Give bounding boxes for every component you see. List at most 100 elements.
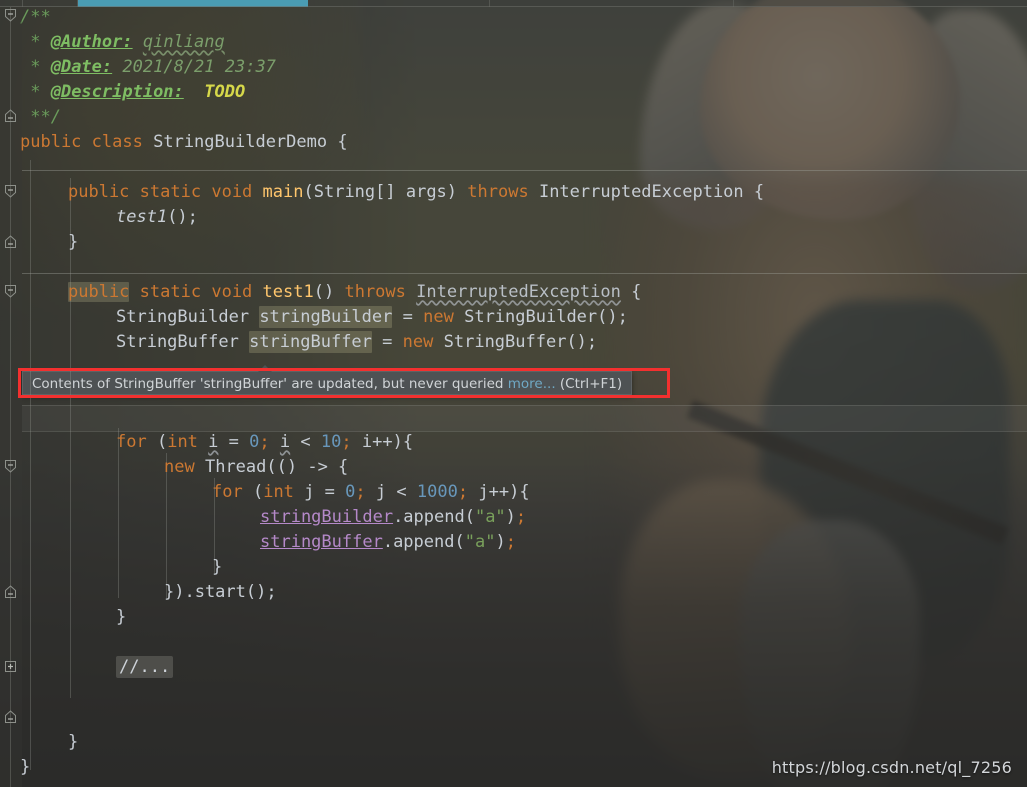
token-keyword-for: for (212, 482, 243, 502)
token-close-paren: ) (505, 507, 516, 527)
code-line-5[interactable]: **/ (20, 105, 61, 130)
token-brace-close: } (116, 607, 127, 627)
token-keyword-throws: throws (344, 282, 406, 302)
token-semicolon: ; (355, 482, 366, 502)
token-space: ( (146, 432, 168, 452)
code-line-21[interactable]: stringBuffer.append("a"); (260, 530, 516, 555)
token-value-date: 2021/8/21 23:37 (122, 57, 276, 77)
token-equals: = (382, 332, 393, 352)
code-line-3[interactable]: * @Date: 2021/8/21 23:37 (20, 55, 276, 80)
code-line-19[interactable]: for (int j = 0; j < 1000; j++){ (212, 480, 530, 505)
token-keyword-int: int (167, 432, 198, 452)
code-line-14[interactable]: StringBuffer stringBuffer = new StringBu… (116, 330, 597, 355)
code-line-22[interactable]: } (212, 555, 222, 580)
fold-handle-collapse-outer-for[interactable] (3, 459, 18, 474)
token-tag-description: @Description: (50, 82, 184, 102)
folded-region-placeholder[interactable]: //... (116, 656, 174, 678)
token-semicolon: ; (259, 432, 270, 452)
code-line-9[interactable]: test1(); (116, 205, 198, 230)
token-class-thread: Thread (204, 457, 267, 477)
token-increment-i: i++){ (361, 432, 414, 452)
token-doc-star: * (20, 57, 51, 77)
token-dot-append: .append( (382, 532, 465, 552)
code-line-10[interactable]: } (68, 230, 78, 255)
code-line-8[interactable]: public static void main(String[] args) t… (68, 180, 764, 205)
token-value-author: qinliang (142, 32, 225, 52)
code-line-13[interactable]: StringBuilder stringBuilder = new String… (116, 305, 628, 330)
token-var-stringbuffer: stringBuffer (249, 331, 372, 353)
token-ctor-stringbuffer: StringBuffer(); (443, 332, 598, 352)
token-type-stringbuilder: StringBuilder (116, 307, 250, 327)
fold-handle-collapse-doc[interactable] (3, 8, 18, 23)
code-line-4[interactable]: * @Description: TODO (20, 80, 245, 105)
token-keyword-throws: throws (467, 182, 529, 202)
token-keyword-class: class (91, 132, 143, 152)
token-doc-star: * (20, 32, 51, 52)
token-thread-start: }).start(); (164, 582, 277, 602)
token-method-main: main (262, 182, 304, 202)
token-type-stringbuffer: StringBuffer (116, 332, 239, 352)
code-line-18[interactable]: new Thread(() -> { (164, 455, 348, 480)
token-semicolon: ; (505, 532, 516, 552)
fold-handle-expand-class-end[interactable] (3, 709, 18, 724)
token-brace-close: } (212, 557, 223, 577)
code-line-17[interactable]: for (int i = 0; i < 10; i++){ (116, 430, 413, 455)
code-editor-window: /** * @Author: qinliang * @Date: 2021/8/… (0, 0, 1027, 787)
token-class-name: StringBuilderDemo (153, 132, 328, 152)
code-line-6[interactable]: public class StringBuilderDemo { (20, 130, 348, 155)
code-line-26[interactable]: //... (116, 655, 174, 680)
code-line-23[interactable]: }).start(); (164, 580, 277, 605)
token-call-test1: test1 (116, 207, 168, 227)
editor-tab-strip[interactable] (0, 0, 1027, 7)
token-number-0: 0 (345, 482, 356, 502)
fold-handle-expand-main-end[interactable] (3, 234, 18, 249)
token-keyword-new: new (423, 307, 454, 327)
token-less-than: < (396, 482, 407, 502)
token-tag-date: @Date: (50, 57, 113, 77)
fold-handle-collapse-main[interactable] (3, 184, 18, 199)
fold-handle-expand-for-end[interactable] (3, 584, 18, 599)
code-line-20[interactable]: stringBuilder.append("a"); (260, 505, 526, 530)
token-keyword-new: new (164, 457, 195, 477)
fold-handle-collapse-test1[interactable] (3, 284, 18, 299)
token-empty-parens: () (313, 282, 335, 302)
code-content[interactable]: /** * @Author: qinliang * @Date: 2021/8/… (0, 0, 1027, 787)
token-tag-author: @Author: (50, 32, 133, 52)
fold-handle-expand-folded-comment[interactable] (3, 659, 18, 674)
token-method-test1: test1 (262, 282, 314, 302)
tooltip-pointer-arrow (258, 365, 272, 372)
fold-handle-expand-doc-end[interactable] (3, 108, 18, 123)
code-line-12[interactable]: public static void test1() throws Interr… (68, 280, 641, 305)
code-line-24[interactable]: } (116, 605, 126, 630)
code-line-29[interactable]: } (68, 730, 78, 755)
token-field-stringbuffer: stringBuffer (260, 532, 383, 552)
code-line-1[interactable]: /** (20, 5, 51, 30)
token-var-i: i (279, 432, 291, 452)
token-number-0: 0 (249, 432, 260, 452)
token-field-stringbuilder: stringBuilder (260, 507, 394, 527)
token-keyword-static: static (139, 282, 202, 302)
token-keyword-public: public (68, 182, 130, 202)
token-increment-j: j++){ (478, 482, 530, 502)
token-keyword-public-highlighted: public (68, 282, 130, 302)
code-line-2[interactable]: * @Author: qinliang (20, 30, 225, 55)
